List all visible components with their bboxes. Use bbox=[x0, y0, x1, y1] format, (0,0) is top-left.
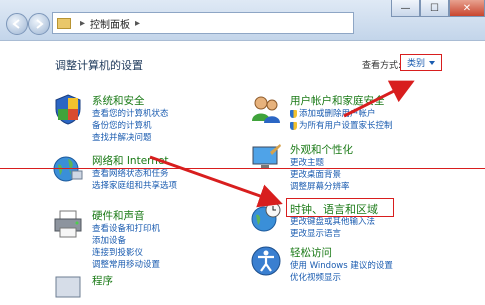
network-globe-icon bbox=[53, 156, 83, 182]
category-link[interactable]: 连接到投影仪 bbox=[92, 246, 143, 258]
uac-shield-icon bbox=[290, 109, 297, 118]
shield-flag-icon bbox=[55, 94, 81, 125]
address-bar[interactable]: ▸ 控制面板 ▸ bbox=[52, 12, 354, 34]
category-link[interactable]: 查看您的计算机状态 bbox=[92, 107, 169, 119]
category-ease-of-access: 轻松访问 使用 Windows 建议的设置 优化视频显示 bbox=[250, 245, 450, 283]
category-title[interactable]: 硬件和声音 bbox=[92, 208, 145, 223]
monitor-brush-icon bbox=[252, 144, 281, 168]
category-link[interactable]: 备份您的计算机 bbox=[92, 119, 152, 131]
printer-icon bbox=[54, 210, 82, 238]
minimize-button[interactable]: — bbox=[391, 0, 420, 17]
category-link[interactable]: 选择家庭组和共享选项 bbox=[92, 179, 177, 191]
back-button[interactable] bbox=[6, 13, 28, 35]
category-link[interactable]: 查找并解决问题 bbox=[92, 131, 152, 143]
category-link[interactable]: 更改显示语言 bbox=[290, 227, 341, 239]
users-icon bbox=[252, 96, 280, 123]
category-title[interactable]: 系统和安全 bbox=[92, 93, 145, 108]
forward-button[interactable] bbox=[28, 13, 50, 35]
category-network-internet: 网络和 Internet 查看网络状态和任务 选择家庭组和共享选项 bbox=[52, 153, 232, 203]
category-link[interactable]: 调整常用移动设置 bbox=[92, 258, 160, 270]
forward-arrow-icon bbox=[36, 19, 44, 29]
category-title[interactable]: 程序 bbox=[92, 273, 113, 288]
breadcrumb-separator-icon: ▸ bbox=[135, 17, 141, 29]
page-title: 调整计算机的设置 bbox=[55, 59, 143, 72]
control-panel-content: 调整计算机的设置 查看方式: 类别 系统和安全 查看您的计算机状态 备份您的计算… bbox=[0, 41, 485, 298]
category-system-security: 系统和安全 查看您的计算机状态 备份您的计算机 查找并解决问题 bbox=[52, 93, 232, 153]
category-appearance: 外观和个性化 更改主题 更改桌面背景 调整屏幕分辨率 bbox=[250, 142, 450, 192]
maximize-button[interactable]: ☐ bbox=[420, 0, 449, 17]
category-link[interactable]: 添加或删除用户帐户 bbox=[290, 107, 376, 119]
clock-globe-icon bbox=[251, 202, 281, 232]
category-link[interactable]: 优化视频显示 bbox=[290, 271, 341, 283]
uac-shield-icon bbox=[290, 121, 297, 130]
category-link[interactable]: 使用 Windows 建议的设置 bbox=[290, 259, 393, 271]
view-by-dropdown[interactable]: 类别 bbox=[400, 54, 443, 71]
dropdown-caret-icon bbox=[429, 60, 436, 65]
category-user-accounts: 用户帐户和家庭安全 添加或删除用户帐户 为所有用户设置家长控制 bbox=[250, 93, 450, 143]
back-arrow-icon bbox=[12, 19, 20, 29]
category-title[interactable]: 轻松访问 bbox=[290, 245, 332, 260]
category-title[interactable]: 网络和 Internet bbox=[92, 153, 169, 168]
annotation-red-line bbox=[0, 168, 485, 169]
category-title[interactable]: 外观和个性化 bbox=[290, 142, 353, 157]
category-link[interactable]: 添加设备 bbox=[92, 234, 126, 246]
category-link[interactable]: 查看设备和打印机 bbox=[92, 222, 160, 234]
view-by-value: 类别 bbox=[407, 59, 426, 69]
category-link[interactable]: 更改桌面背景 bbox=[290, 168, 341, 180]
breadcrumb-separator-icon: ▸ bbox=[80, 17, 86, 29]
close-button[interactable]: ✕ bbox=[449, 0, 485, 17]
control-panel-folder-icon bbox=[57, 17, 71, 29]
view-by-label: 查看方式: bbox=[362, 61, 402, 71]
programs-icon bbox=[55, 276, 81, 298]
category-link[interactable]: 调整屏幕分辨率 bbox=[290, 180, 350, 192]
category-hardware-sound: 硬件和声音 查看设备和打印机 添加设备 连接到投影仪 调整常用移动设置 bbox=[52, 208, 232, 270]
category-programs: 程序 bbox=[52, 273, 232, 298]
annotation-highlight-box bbox=[286, 198, 394, 217]
title-bar: ▸ 控制面板 ▸ — ☐ ✕ bbox=[0, 0, 485, 41]
breadcrumb-control-panel[interactable]: 控制面板 bbox=[90, 16, 130, 31]
category-link[interactable]: 更改主题 bbox=[290, 156, 324, 168]
category-link[interactable]: 为所有用户设置家长控制 bbox=[290, 119, 393, 131]
category-title[interactable]: 用户帐户和家庭安全 bbox=[290, 93, 385, 108]
ease-of-access-icon bbox=[251, 246, 281, 276]
